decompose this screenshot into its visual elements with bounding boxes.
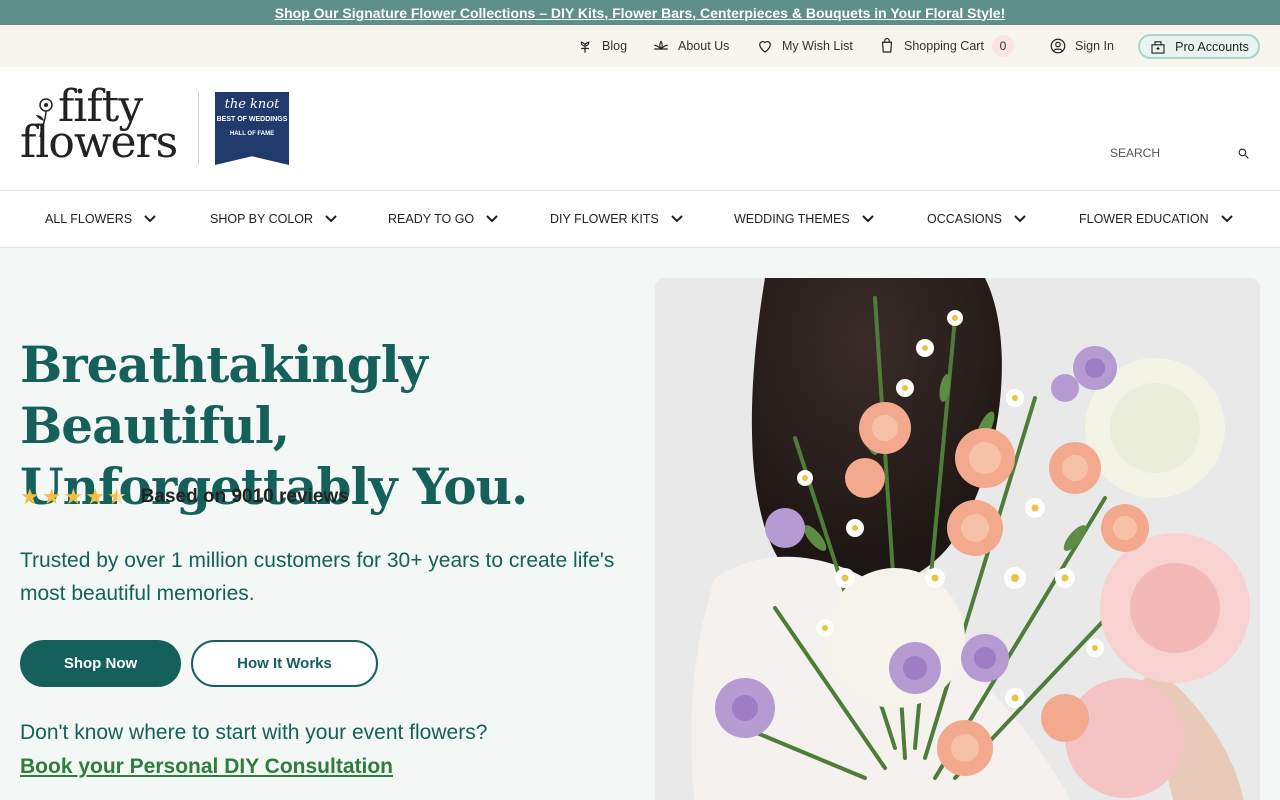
cart-label: Shopping Cart xyxy=(904,39,984,53)
logo-divider xyxy=(198,91,199,165)
about-link[interactable]: About Us xyxy=(652,25,729,67)
how-it-works-button[interactable]: How It Works xyxy=(191,640,378,687)
wishlist-label: My Wish List xyxy=(782,39,853,53)
nav-label: SHOP BY COLOR xyxy=(210,212,314,226)
store-icon xyxy=(1151,40,1165,54)
nav-label: OCCASIONS xyxy=(927,212,1003,226)
shop-now-button[interactable]: Shop Now xyxy=(20,640,181,687)
knot-badge-title: the knot xyxy=(224,97,280,112)
star-icon: ★ xyxy=(85,484,105,509)
hero-section: Breathtakingly Beautiful, Unforgettably … xyxy=(0,248,1280,800)
nav-all-flowers[interactable]: ALL FLOWERS xyxy=(45,191,156,247)
fifty-flowers-logo[interactable]: fifty flowers xyxy=(20,85,186,169)
star-icon: ★ xyxy=(63,484,84,509)
bouquet-illustration xyxy=(655,278,1260,800)
search-bar xyxy=(1110,143,1250,163)
nav-diy-flower-kits[interactable]: DIY FLOWER KITS xyxy=(550,191,683,247)
nav-occasions[interactable]: OCCASIONS xyxy=(927,191,1026,247)
nav-label: WEDDING THEMES xyxy=(734,212,850,226)
blog-link[interactable]: Blog xyxy=(576,25,627,67)
about-label: About Us xyxy=(678,39,730,53)
pro-accounts-button[interactable]: Pro Accounts xyxy=(1138,34,1260,59)
flower-icon xyxy=(580,41,590,53)
site-header: fifty flowers the knot BEST OF WEDDINGS … xyxy=(0,67,1280,191)
nav-label: FLOWER EDUCATION xyxy=(1079,212,1209,226)
search-icon[interactable] xyxy=(1237,147,1250,160)
cart-count-badge: 0 xyxy=(991,35,1014,57)
half-star-icon: ★ xyxy=(106,484,127,509)
chevron-down-icon xyxy=(486,215,498,223)
signin-link[interactable]: Sign In xyxy=(1049,25,1114,67)
star-rating: ★ ★ ★ ★ ★ xyxy=(20,486,127,508)
logo-word-flowers: flowers xyxy=(20,117,178,168)
consultation-prompt: Don't know where to start with your even… xyxy=(20,721,488,744)
chevron-down-icon xyxy=(1220,215,1233,223)
knot-badge-award: BEST OF WEDDINGS xyxy=(216,116,288,123)
cart-link[interactable]: Shopping Cart 0 xyxy=(878,25,1014,67)
nav-wedding-themes[interactable]: WEDDING THEMES xyxy=(734,191,874,247)
utility-bar: Blog About Us My Wish List Shopping Cart… xyxy=(0,25,1280,67)
main-nav: ALL FLOWERS SHOP BY COLOR READY TO GO DI… xyxy=(0,191,1280,248)
wishlist-link[interactable]: My Wish List xyxy=(756,25,853,67)
chevron-down-icon xyxy=(862,215,874,223)
chevron-down-icon xyxy=(144,215,156,223)
pro-accounts-label: Pro Accounts xyxy=(1175,39,1249,54)
nav-label: DIY FLOWER KITS xyxy=(550,212,659,226)
shopping-bag-icon xyxy=(881,37,893,53)
nav-label: READY TO GO xyxy=(388,212,475,226)
chevron-down-icon xyxy=(1014,215,1026,223)
search-input[interactable] xyxy=(1110,146,1220,160)
consultation-link[interactable]: Book your Personal DIY Consultation xyxy=(20,750,393,783)
lotus-icon xyxy=(654,40,668,51)
chevron-down-icon xyxy=(325,215,337,223)
heart-icon xyxy=(759,41,771,53)
user-icon xyxy=(1050,38,1066,54)
nav-flower-education[interactable]: FLOWER EDUCATION xyxy=(1079,191,1233,247)
blog-label: Blog xyxy=(602,39,628,53)
the-knot-badge: the knot BEST OF WEDDINGS HALL OF FAME xyxy=(215,92,289,165)
review-rating[interactable]: ★ ★ ★ ★ ★ Based on 9010 reviews xyxy=(20,486,349,508)
hero-subtext: Trusted by over 1 million customers for … xyxy=(20,549,615,605)
nav-label: ALL FLOWERS xyxy=(45,212,133,226)
nav-ready-to-go[interactable]: READY TO GO xyxy=(388,191,498,247)
star-icon: ★ xyxy=(20,484,40,509)
promo-bar: Shop Our Signature Flower Collections – … xyxy=(0,0,1280,25)
star-icon: ★ xyxy=(41,484,62,509)
hero-bouquet-image xyxy=(655,278,1260,800)
review-count-text: Based on 9010 reviews xyxy=(140,486,349,507)
nav-shop-by-color[interactable]: SHOP BY COLOR xyxy=(210,191,337,247)
signin-label: Sign In xyxy=(1075,39,1114,53)
chevron-down-icon xyxy=(671,215,683,223)
knot-badge-hall: HALL OF FAME xyxy=(229,131,275,137)
promo-link[interactable]: Shop Our Signature Flower Collections – … xyxy=(275,5,1005,21)
